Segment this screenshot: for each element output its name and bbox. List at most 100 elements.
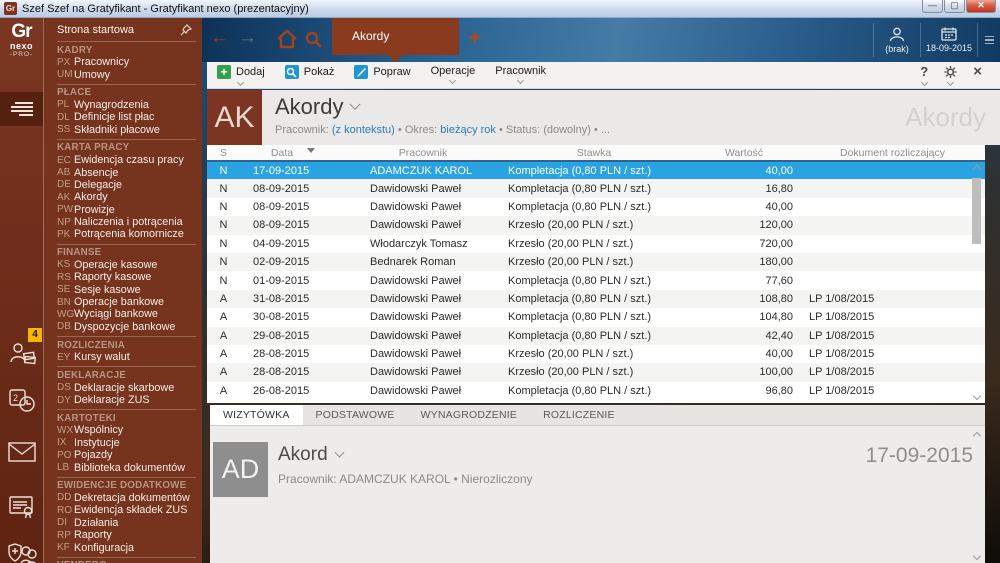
sidebar-item[interactable]: SS Składniki płacowe (57, 124, 202, 136)
column-header-doc[interactable]: Dokument rozliczający (800, 145, 985, 162)
sidebar-item[interactable]: KF Konfiguracja (57, 541, 202, 554)
minimize-button[interactable]: — (922, 0, 943, 13)
sidebar-item[interactable]: AK Akordy (57, 191, 202, 203)
scroll-up-icon[interactable] (972, 431, 982, 441)
sidebar-item[interactable]: EC Ewidencja czasu pracy (57, 154, 202, 166)
column-header-rate[interactable]: Stawka (500, 145, 688, 162)
table-row[interactable]: A 31-08-2015 Dawidowski Paweł Kompletacj… (207, 289, 985, 309)
back-button[interactable]: ← (210, 27, 229, 49)
new-tab-button[interactable]: + (468, 24, 481, 51)
hub-menu-button[interactable] (978, 18, 1000, 62)
pin-icon[interactable] (180, 23, 192, 36)
filter-more[interactable]: ... (601, 124, 610, 136)
sidebar-item[interactable]: AB Absencje (57, 166, 202, 179)
help-button[interactable]: ? (920, 65, 928, 87)
scroll-down-icon[interactable] (972, 551, 982, 561)
sidebar-item[interactable]: ROZLICZENIA (57, 336, 196, 351)
sidebar-item[interactable]: KS Operacje kasowe (57, 259, 202, 271)
sidebar-item[interactable]: PK Potrącenia komornicze (57, 228, 202, 240)
sidebar-item[interactable]: UM Umowy (57, 68, 202, 81)
sidebar-item[interactable]: EWIDENCJE DODATKOWE (57, 476, 196, 492)
close-view-button[interactable]: × (973, 64, 982, 79)
sidebar-item[interactable]: KARTA PRACY (57, 138, 196, 154)
context-user-button[interactable]: (brak) (874, 18, 920, 62)
sidebar-item[interactable]: IX Instytucje (57, 437, 202, 449)
sidebar-item[interactable]: DB Dyspozycje bankowe (57, 321, 202, 333)
edit-button[interactable]: Popraw (354, 65, 411, 85)
sidebar-item[interactable]: BN Operacje bankowe (57, 296, 202, 308)
table-row[interactable]: N 04-09-2015 Włodarczyk Tomasz Krzesło (… (207, 235, 985, 253)
filter-worker-link[interactable]: (z kontekstu) (332, 124, 395, 136)
schedule-clock-button[interactable]: 2 (0, 386, 43, 414)
sidebar-item[interactable]: WX Wspólnicy (57, 424, 202, 436)
sidebar-item[interactable]: SE Sesje kasowe (57, 283, 202, 296)
forward-button[interactable]: → (238, 27, 257, 49)
sidebar-item[interactable]: NP Naliczenia i potrącenia (57, 216, 202, 228)
sidebar-item[interactable]: DE Delegacje (57, 179, 202, 191)
detail-tab[interactable]: PODSTAWOWE (303, 405, 408, 425)
sidebar-item[interactable]: FINANSE (57, 243, 196, 259)
employees-payroll-button[interactable]: 4 (0, 328, 43, 368)
table-row[interactable]: A 30-08-2015 Dawidowski Paweł Kompletacj… (207, 308, 985, 326)
table-row[interactable]: A 29-08-2015 Dawidowski Paweł Kompletacj… (207, 326, 985, 345)
scrollbar-thumb[interactable] (972, 178, 981, 244)
sidebar-item[interactable]: DS Deklaracje skarbowe (57, 381, 202, 394)
table-row[interactable]: N 08-09-2015 Dawidowski Paweł Kompletacj… (207, 179, 985, 198)
documents-button[interactable] (0, 494, 43, 520)
mail-button[interactable] (0, 441, 43, 463)
sidebar-item[interactable]: DD Dekretacja dokumentów (57, 492, 202, 504)
table-row[interactable]: A 28-08-2015 Dawidowski Paweł Krzesło (2… (207, 363, 985, 382)
sidebar-item[interactable]: RP Raporty (57, 529, 202, 541)
sidebar-item[interactable]: DL Definicje list płac (57, 111, 202, 123)
worker-menu-button[interactable]: Pracownik (495, 65, 546, 85)
context-date-button[interactable]: 18-09-2015 (921, 18, 977, 62)
table-row[interactable]: A 28-08-2015 Dawidowski Paweł Krzesło (2… (207, 345, 985, 363)
sidebar-item[interactable]: PL Wynagrodzenia (57, 99, 202, 111)
sidebar-item[interactable]: DI Działania (57, 517, 202, 529)
sidebar-item[interactable]: PX Pracownicy (57, 56, 202, 68)
sidebar-item[interactable]: PO Pojazdy (57, 449, 202, 461)
table-row[interactable]: N 17-09-2015 ADAMCZUK KAROL Kompletacja … (207, 161, 985, 180)
scroll-down-icon[interactable] (972, 391, 982, 401)
filter-period-link[interactable]: bieżący rok (440, 124, 496, 136)
sidebar-item[interactable]: RS Raporty kasowe (57, 271, 202, 283)
filter-status[interactable]: Status: (dowolny) (506, 124, 591, 136)
column-header-worker[interactable]: Pracownik (346, 145, 500, 162)
table-row[interactable]: N 08-09-2015 Dawidowski Paweł Krzesło (2… (207, 216, 985, 235)
sidebar-item[interactable]: DY Deklaracje ZUS (57, 394, 202, 406)
sidebar-item[interactable]: PŁACE (57, 83, 196, 99)
sidebar-item[interactable]: PW Prowizje (57, 204, 202, 216)
table-row[interactable]: N 02-09-2015 Bednarek Roman Krzesło (20,… (207, 252, 985, 272)
sidebar-item[interactable]: WG Wyciągi bankowe (57, 308, 202, 320)
table-scrollbar[interactable] (971, 164, 984, 401)
sidebar-item[interactable]: RO Ewidencja składek ZUS (57, 504, 202, 516)
search-icon[interactable] (304, 30, 324, 50)
sidebar-item[interactable]: EY Kursy walut (57, 351, 202, 363)
column-header-value[interactable]: Wartość (688, 145, 800, 162)
view-title-row[interactable]: Akordy (275, 94, 362, 120)
home-icon[interactable] (276, 29, 298, 49)
detail-tab[interactable]: WYNAGRODZENIE (408, 405, 531, 425)
table-row[interactable]: N 08-09-2015 Dawidowski Paweł Kompletacj… (207, 198, 985, 216)
open-view-tab-akordy[interactable]: Akordy (332, 18, 459, 55)
sidebar-item[interactable]: KADRY (57, 41, 196, 56)
settings-button[interactable] (944, 65, 957, 87)
sidebar-item[interactable]: DEKLARACJE (57, 366, 196, 381)
sidebar-item[interactable]: KARTOTEKI (57, 409, 196, 424)
record-title-row[interactable]: Akord (278, 444, 345, 466)
operations-menu-button[interactable]: Operacje (431, 65, 475, 85)
sidebar-item[interactable]: VENDERO (57, 556, 196, 563)
column-header-status[interactable]: S (207, 145, 240, 162)
detail-tab[interactable]: ROZLICZENIE (530, 405, 628, 425)
sidebar-item-strona-startowa[interactable]: Strona startowa (57, 21, 202, 38)
show-button[interactable]: Pokaż (284, 65, 334, 85)
column-header-date[interactable]: Data (240, 145, 346, 162)
detail-tab[interactable]: WIZYTÓWKA (210, 405, 303, 425)
add-button[interactable]: + Dodaj (217, 65, 265, 87)
insurance-group-button[interactable] (0, 542, 43, 563)
close-window-button[interactable]: ✕ (966, 0, 996, 13)
scroll-up-icon[interactable] (972, 164, 982, 174)
maximize-button[interactable]: ▢ (944, 0, 965, 13)
table-row[interactable]: A 26-08-2015 Dawidowski Paweł Kompletacj… (207, 382, 985, 400)
table-row[interactable]: N 01-09-2015 Dawidowski Paweł Kompletacj… (207, 271, 985, 289)
